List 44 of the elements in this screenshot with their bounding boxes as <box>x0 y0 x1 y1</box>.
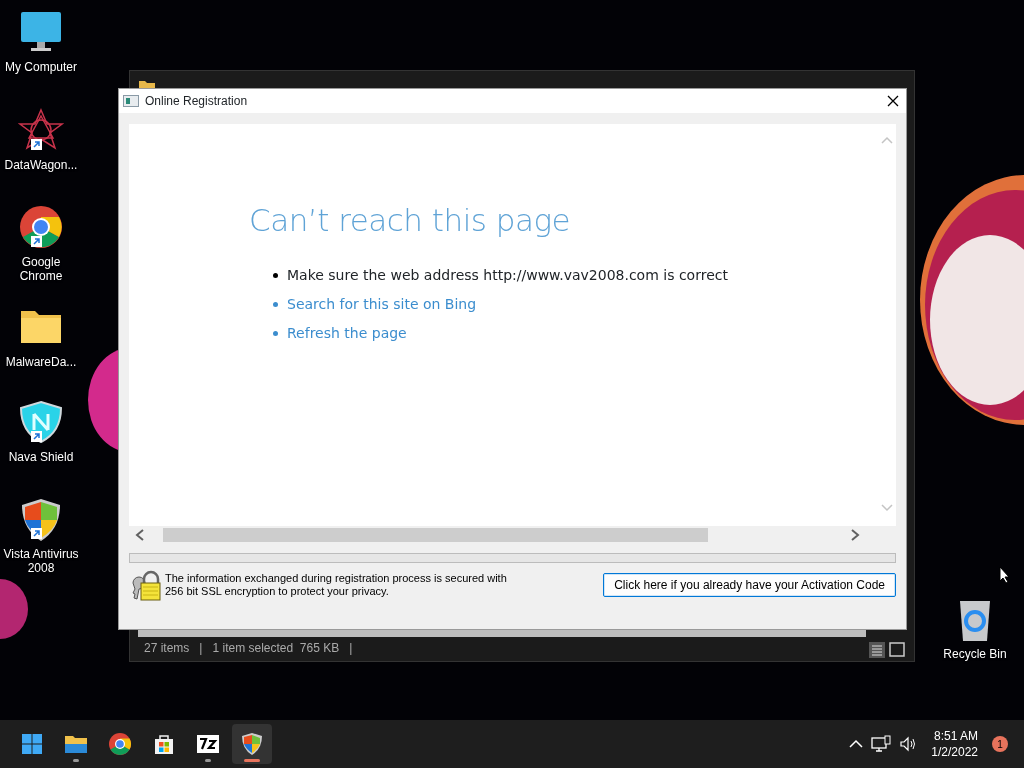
notification-badge[interactable]: 1 <box>992 736 1008 752</box>
view-buttons-icon[interactable] <box>868 641 908 659</box>
app-icon <box>196 732 220 756</box>
app-icon <box>20 732 44 756</box>
bullet-icon <box>273 331 278 337</box>
icon-label[interactable]: Google Chrome <box>2 255 80 283</box>
scroll-right-icon[interactable] <box>850 529 860 541</box>
chevron-up-icon[interactable] <box>849 739 864 749</box>
clock-time[interactable]: 8:51 AM <box>931 728 978 744</box>
status-text: | <box>349 640 353 657</box>
app-icon <box>123 95 139 107</box>
app-icon <box>152 732 176 756</box>
icon-label[interactable]: MalwareDa... <box>5 355 77 369</box>
activation-button[interactable]: Click here if you already have your Activation Code <box>603 573 896 597</box>
taskbar-app[interactable] <box>232 724 272 764</box>
bullet-icon <box>273 302 278 308</box>
security-note: The information exchanged during registration process is secured with 256 bit SSL encryption to protect your privacy. <box>165 572 508 598</box>
status-text: 1 item selected 765 KB <box>212 640 340 657</box>
bullet-text: Make sure the web address http://www.vav2008.com is correct <box>287 266 728 286</box>
wallpaper-shape <box>0 578 30 640</box>
icon-label[interactable]: Recycle Bin <box>943 647 1007 661</box>
lock-icon <box>129 569 161 601</box>
volume-icon[interactable] <box>899 736 918 752</box>
mouse-pointer-icon <box>999 566 1011 584</box>
desktop-icon[interactable] <box>18 205 64 251</box>
network-icon[interactable] <box>871 735 892 753</box>
scrollbar-thumb[interactable] <box>163 528 708 542</box>
status-text: | <box>199 640 203 657</box>
desktop-icon[interactable] <box>18 400 64 446</box>
clock-date[interactable]: 1/2/2022 <box>931 744 978 760</box>
link[interactable]: Refresh the page <box>287 323 407 345</box>
page-heading: Can’t reach this page <box>249 202 572 240</box>
bullet-icon <box>273 273 278 279</box>
icon-label[interactable]: DataWagon... <box>4 158 78 172</box>
icon-label[interactable]: My Computer <box>5 60 77 74</box>
app-icon <box>240 732 264 756</box>
icon-label[interactable]: Vista Antivirus 2008 <box>2 547 80 575</box>
link[interactable]: Search for this site on Bing <box>287 294 477 316</box>
app-icon <box>108 732 132 756</box>
scroll-left-icon[interactable] <box>135 529 145 541</box>
icon-label[interactable]: Nava Shield <box>8 450 74 464</box>
window-title: Online Registration <box>145 93 248 110</box>
status-text: 27 items <box>144 640 190 657</box>
close-icon[interactable] <box>886 94 900 108</box>
